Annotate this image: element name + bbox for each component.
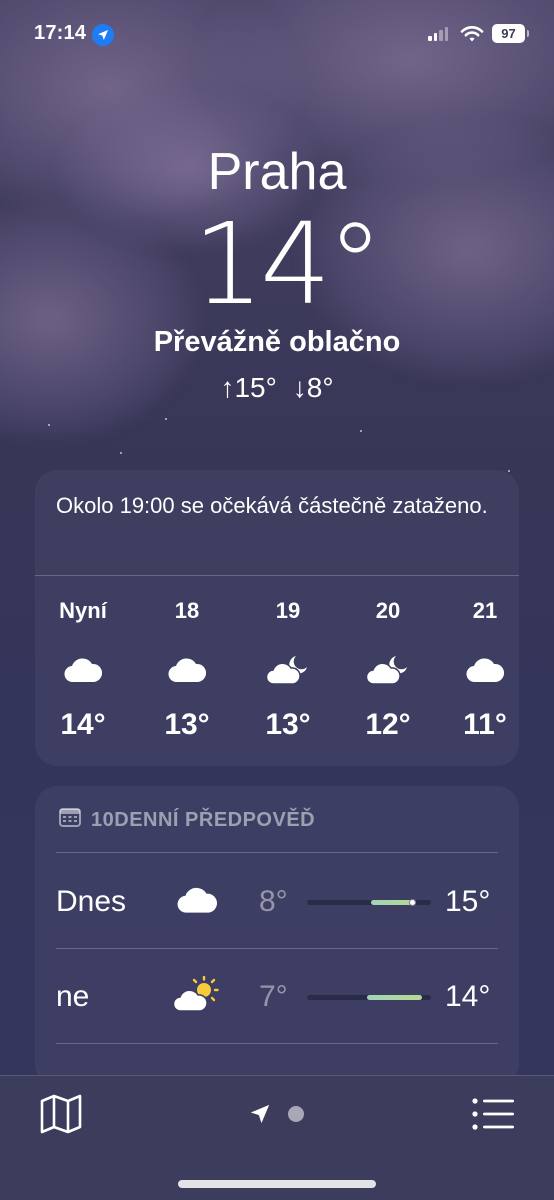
hour-temp: 11° [463,708,507,741]
calendar-icon [59,807,81,833]
hour-item: 21 11° [445,598,525,742]
moon-cloud-icon [348,640,428,700]
hour-temp: 13° [164,708,210,741]
map-icon[interactable] [36,1092,86,1136]
high-temp: ↑15° [220,372,277,403]
day-low-temp: 8° [259,885,288,918]
hour-label: 20 [375,598,401,623]
location-arrow-icon[interactable] [246,1100,274,1128]
battery-icon: 97 [492,24,529,43]
page-dot-icon[interactable] [288,1106,304,1122]
condition-text: Převážně oblačno [153,326,401,358]
hour-temp: 12° [365,708,411,741]
day-high-temp: 15° [445,885,491,918]
hour-label: 21 [472,598,498,623]
hourly-list[interactable]: Nyní 14° 18 13° 19 13° 20 12° 21 11° [35,598,519,748]
high-low: ↑15° ↓8° [0,372,554,404]
status-time: 17:14 [34,22,87,44]
day-row[interactable]: Dnes 8° 15° [35,854,519,948]
hour-label: 19 [275,598,301,623]
current-temp-marker [408,899,416,906]
cloud-icon [445,640,525,700]
city-name: Praha [207,143,347,201]
daily-header: 10DENNÍ PŘEDPOVĚĎ [59,807,315,833]
temperature-range-fill [366,995,423,1000]
day-low-temp: 7° [259,980,288,1013]
divider [56,1043,498,1044]
temperature-range-bar [307,995,431,1000]
sun-cloud-icon [171,973,223,1017]
location-arrow-icon [92,24,114,46]
cloud-icon [43,640,123,700]
divider [56,852,498,853]
hour-temp: 13° [265,708,311,741]
cloud-icon [171,878,223,922]
hour-item: 20 12° [348,598,428,742]
day-high-temp: 14° [445,980,491,1013]
wifi-icon [460,25,484,48]
home-indicator [178,1180,376,1188]
cellular-signal-icon [428,27,448,41]
day-row[interactable]: ne 7° 14° [35,949,519,1043]
hour-temp: 14° [60,708,106,741]
day-name: Dnes [56,885,127,918]
hour-label: Nyní [59,598,107,623]
low-temp: ↓8° [292,372,334,403]
hour-label: 18 [174,598,200,623]
forecast-summary: Okolo 19:00 se očekává částečně zataženo… [56,493,488,518]
temperature-range-bar [307,899,431,906]
bottom-toolbar [0,1075,554,1200]
moon-cloud-icon [248,640,328,700]
daily-forecast-card[interactable]: 10DENNÍ PŘEDPOVĚĎ Dnes 8° 15° ne 7° 14° [35,786,519,1086]
daily-header-label: 10DENNÍ PŘEDPOVĚĎ [91,808,316,831]
status-bar: 17:14 97 [0,22,554,50]
list-icon[interactable] [470,1094,516,1134]
hour-item: 19 13° [248,598,328,742]
hour-item: Nyní 14° [43,598,123,742]
hour-item: 18 13° [147,598,227,742]
divider [35,575,519,576]
cloud-icon [147,640,227,700]
day-name: ne [56,980,90,1013]
current-temperature: 14° [192,200,384,330]
hourly-forecast-card[interactable]: Okolo 19:00 se očekává částečně zataženo… [35,470,519,766]
